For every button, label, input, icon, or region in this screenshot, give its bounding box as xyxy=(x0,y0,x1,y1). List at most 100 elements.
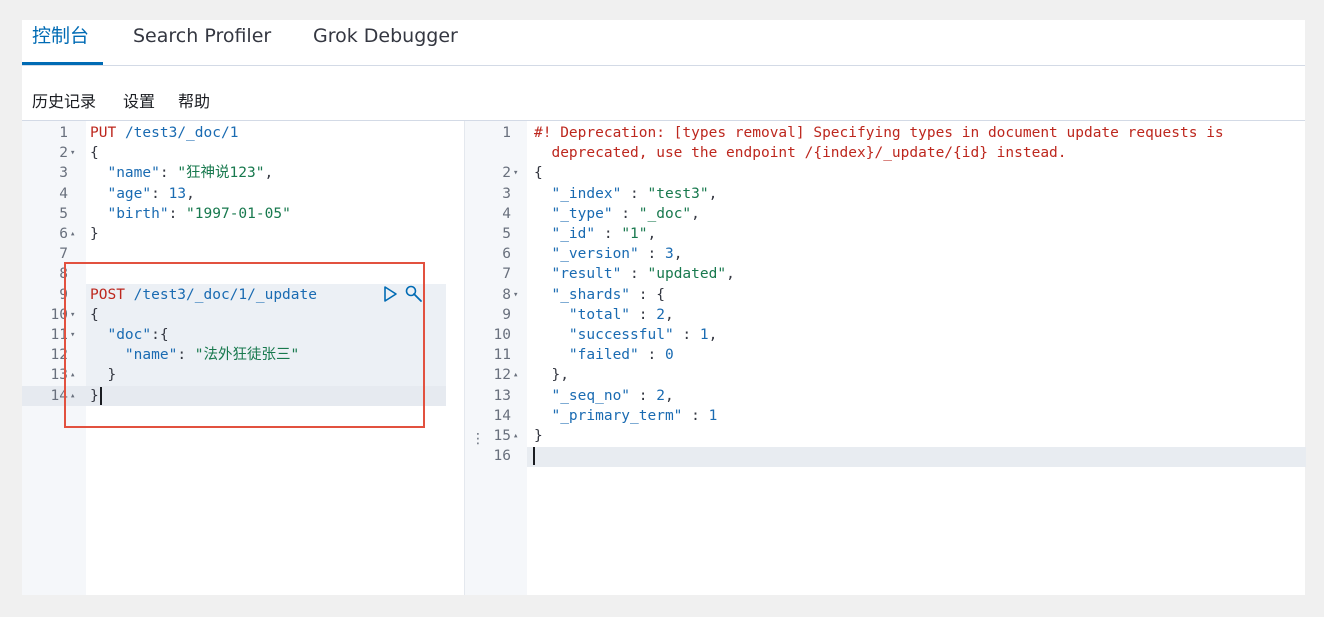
line-number: 1 xyxy=(59,125,68,141)
drag-handle-icon[interactable]: ⋮ xyxy=(471,428,485,450)
code-line[interactable]: 9 "total" : 2, xyxy=(465,305,1306,325)
fold-expand-icon[interactable]: ▴ xyxy=(513,426,523,446)
line-number: 9 xyxy=(502,306,511,323)
code-text: "result" : "updated", xyxy=(551,266,735,283)
code-text: #! Deprecation: [types removal] Specifyi… xyxy=(534,125,1224,141)
code-text: PUT /test3/_doc/1 xyxy=(90,125,239,141)
request-editor[interactable]: 1 PUT /test3/_doc/1 2 ▾{3 "name": "狂神说123",… xyxy=(22,121,446,595)
code-text: } xyxy=(534,428,543,444)
code-text: "_version" : 3, xyxy=(551,246,683,263)
line-number: 2 xyxy=(502,165,511,182)
tab-search-profiler[interactable]: Search Profiler xyxy=(123,20,281,65)
fold-collapse-icon[interactable]: ▾ xyxy=(513,163,523,183)
line-number: 1 xyxy=(502,125,511,141)
code-line[interactable]: 11 ▾ "doc":{ xyxy=(22,325,446,345)
code-line[interactable]: 8 xyxy=(22,264,446,284)
code-line[interactable]: 4 "_type" : "_doc", xyxy=(465,204,1306,224)
line-number: 2 xyxy=(59,145,68,162)
line-number xyxy=(465,143,511,163)
code-text: "total" : 2, xyxy=(568,306,674,323)
fold-collapse-icon[interactable]: ▾ xyxy=(70,305,80,325)
fold-collapse-icon[interactable]: ▾ xyxy=(70,143,80,163)
help-menu-item[interactable]: 帮助 xyxy=(178,88,210,112)
code-line[interactable]: deprecated, use the endpoint /{index}/_u… xyxy=(465,143,1306,163)
line-number: 14 xyxy=(50,387,68,404)
text-cursor xyxy=(533,447,535,466)
code-line[interactable]: 10 ▾ { xyxy=(22,305,446,325)
fold-expand-icon[interactable]: ▴ xyxy=(70,386,80,406)
line-number: 12 xyxy=(50,347,68,364)
tab-grok-debugger[interactable]: Grok Debugger xyxy=(303,20,468,65)
code-line[interactable]: 13 "_seq_no" : 2, xyxy=(465,386,1306,406)
line-number: 5 xyxy=(59,205,68,222)
code-line[interactable]: 6 ▴} xyxy=(22,224,446,244)
line-number: 5 xyxy=(502,226,511,242)
code-line[interactable]: 10 "successful" : 1, xyxy=(465,325,1306,345)
code-line[interactable]: 7 xyxy=(22,244,446,264)
play-icon[interactable] xyxy=(382,284,400,304)
code-line[interactable]: 11 "failed" : 0 xyxy=(465,345,1306,365)
response-editor[interactable]: 1 #! Deprecation: [types removal] Specify… xyxy=(464,121,1306,595)
code-text: "_primary_term" : 1 xyxy=(551,407,718,424)
code-text: } xyxy=(90,387,99,404)
fold-collapse-icon[interactable]: ▾ xyxy=(70,325,80,345)
code-line[interactable]: 3 "_index" : "test3", xyxy=(465,184,1306,204)
code-text: "name": "狂神说123", xyxy=(107,165,274,182)
code-text: } xyxy=(90,367,117,384)
code-text: "birth": "1997-01-05" xyxy=(107,205,291,222)
code-text: POST /test3/_doc/1/_update xyxy=(90,286,317,303)
line-number: 11 xyxy=(50,327,68,343)
code-text: deprecated, use the endpoint /{index}/_u… xyxy=(534,145,1067,162)
fold-expand-icon[interactable]: ▴ xyxy=(70,224,80,244)
code-line[interactable]: 1 #! Deprecation: [types removal] Specify… xyxy=(465,123,1306,143)
line-number: 12 xyxy=(493,367,511,384)
line-number: 3 xyxy=(502,185,511,202)
code-line[interactable]: 5 "_id" : "1", xyxy=(465,224,1306,244)
code-text: { xyxy=(534,165,543,182)
code-text: "_id" : "1", xyxy=(551,226,657,242)
line-number: 11 xyxy=(493,347,511,364)
line-number: 7 xyxy=(59,246,68,263)
console-menu: 历史记录 设置 帮助 xyxy=(22,65,1305,121)
line-number: 3 xyxy=(59,165,68,182)
code-line[interactable]: 12 ▴ }, xyxy=(465,365,1306,385)
code-text: "failed" : 0 xyxy=(568,347,674,364)
history-menu-item[interactable]: 历史记录 xyxy=(32,88,96,112)
code-text: { xyxy=(90,145,99,162)
line-number: 6 xyxy=(502,246,511,263)
line-number: 13 xyxy=(493,387,511,404)
code-line[interactable]: 15 ▴} xyxy=(465,426,1306,446)
code-line[interactable]: 4 "age": 13, xyxy=(22,184,446,204)
code-text: { xyxy=(90,306,99,323)
wrench-icon[interactable] xyxy=(404,284,422,304)
line-number: 9 xyxy=(59,286,68,303)
code-text: "_shards" : { xyxy=(551,286,665,303)
code-line[interactable]: 8 ▾ "_shards" : { xyxy=(465,285,1306,305)
fold-expand-icon[interactable]: ▴ xyxy=(513,365,523,385)
code-line[interactable]: 12 "name": "法外狂徒张三" xyxy=(22,345,446,365)
line-number: 6 xyxy=(59,226,68,242)
line-number: 14 xyxy=(493,407,511,424)
code-text: "successful" : 1, xyxy=(568,327,718,343)
line-number: 8 xyxy=(59,266,68,283)
code-line[interactable]: 16 xyxy=(465,446,1306,466)
code-line[interactable]: 2 ▾ { xyxy=(22,143,446,163)
code-line[interactable]: 3 "name": "狂神说123", xyxy=(22,163,446,183)
code-text: } xyxy=(90,226,99,242)
code-line[interactable]: 1 PUT /test3/_doc/1 xyxy=(22,123,446,143)
fold-collapse-icon[interactable]: ▾ xyxy=(513,285,523,305)
line-number: 7 xyxy=(502,266,511,283)
code-line[interactable]: 13 ▴ } xyxy=(22,365,446,385)
text-cursor xyxy=(100,386,102,405)
code-line[interactable]: 14 ▴} xyxy=(22,386,446,406)
code-line[interactable]: 2 ▾ { xyxy=(465,163,1306,183)
code-text: "name": "法外狂徒张三" xyxy=(124,347,300,364)
code-line[interactable]: 7 "result" : "updated", xyxy=(465,264,1306,284)
code-line[interactable]: 5 "birth": "1997-01-05" xyxy=(22,204,446,224)
settings-menu-item[interactable]: 设置 xyxy=(123,88,155,112)
code-line[interactable]: 6 "_version" : 3, xyxy=(465,244,1306,264)
fold-expand-icon[interactable]: ▴ xyxy=(70,365,80,385)
tab-console[interactable]: 控制台 xyxy=(22,20,103,65)
code-line[interactable]: 14 "_primary_term" : 1 xyxy=(465,406,1306,426)
dev-tools-app: 控制台 Search Profiler Grok Debugger 历史记录 设… xyxy=(22,20,1306,595)
